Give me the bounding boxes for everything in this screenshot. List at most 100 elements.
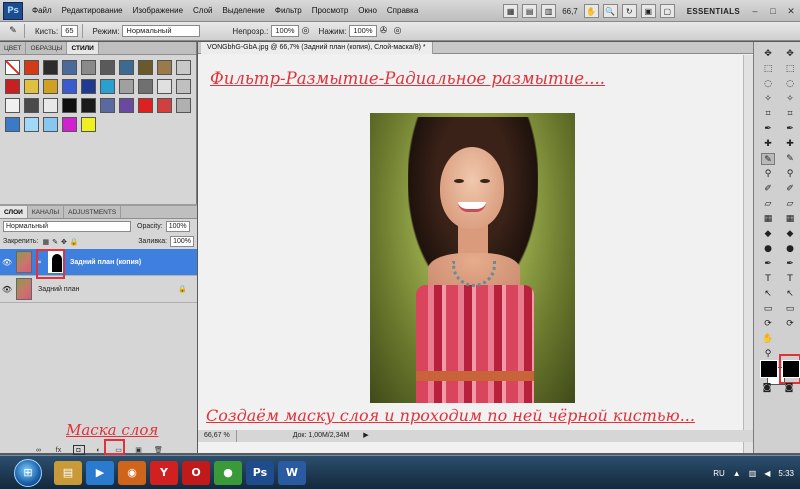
taskbar-firefox-icon[interactable]: ◉ [118, 460, 146, 485]
taskbar-photoshop-icon[interactable]: Ps [246, 460, 274, 485]
tab-color[interactable]: ЦВЕТ [0, 42, 27, 54]
document-canvas[interactable]: Фильтр-Размытие-Радиальное размытие.... … [198, 55, 751, 453]
layer-row-background[interactable]: 👁 Задний план 🔒 [0, 276, 197, 303]
layer-name[interactable]: Задний план [38, 286, 79, 293]
blur-tool-icon[interactable]: ◆ [761, 228, 775, 240]
style-swatch[interactable] [157, 60, 172, 75]
hand-tool-icon[interactable]: ✋ [583, 4, 599, 18]
style-swatch[interactable] [157, 79, 172, 94]
pressure-size-icon[interactable]: ◎ [391, 25, 405, 37]
clock[interactable]: 5:33 [778, 469, 794, 478]
style-swatch[interactable] [62, 98, 77, 113]
style-swatch[interactable] [176, 79, 191, 94]
status-zoom[interactable]: 66,67 % [198, 430, 237, 442]
network-icon[interactable]: ▥ [749, 469, 757, 478]
lock-position-icon[interactable]: ✥ [61, 238, 67, 246]
3d-rotate-tool-icon[interactable]: ⟳ [761, 318, 775, 330]
vertical-scrollbar[interactable] [743, 55, 753, 453]
style-swatch[interactable] [43, 60, 58, 75]
lock-pixels-icon[interactable]: ✎ [52, 238, 58, 246]
taskbar-media-icon[interactable]: ▶ [86, 460, 114, 485]
document-tab-title[interactable]: VONGbhG-GbA.jpg @ 66,7% (Задний план (ко… [201, 42, 433, 54]
volume-icon[interactable]: ◀ [764, 469, 770, 478]
style-swatch[interactable] [81, 117, 96, 132]
style-swatch[interactable] [157, 98, 172, 113]
tab-channels[interactable]: КАНАЛЫ [28, 206, 65, 218]
style-swatch[interactable] [24, 98, 39, 113]
taskbar-opera-icon[interactable]: O [182, 460, 210, 485]
taskbar-chrome-icon[interactable]: ● [214, 460, 242, 485]
eyedropper-tool-icon[interactable]: ✒ [783, 123, 797, 135]
type-tool-icon[interactable]: T [783, 273, 797, 285]
crop-tool-icon[interactable]: ⌗ [761, 108, 775, 120]
type-tool-icon[interactable]: T [761, 273, 775, 285]
path-select-tool-icon[interactable]: ↖ [783, 288, 797, 300]
start-button[interactable]: ⊞ [14, 458, 42, 487]
eyedropper-tool-icon[interactable]: ✒ [761, 123, 775, 135]
style-swatch[interactable] [24, 117, 39, 132]
menu-layer[interactable]: Слой [188, 0, 217, 22]
dodge-tool-icon[interactable]: ● [761, 243, 775, 255]
quick-mask-icon[interactable]: ◙ [760, 382, 774, 394]
style-swatch[interactable] [100, 98, 115, 113]
crop-tool-icon[interactable]: ⌗ [783, 108, 797, 120]
brush-tool-icon[interactable]: ✎ [6, 25, 20, 37]
arrange-documents-icon[interactable]: ▣ [640, 4, 656, 18]
menu-help[interactable]: Справка [382, 0, 423, 22]
taskbar-word-icon[interactable]: W [278, 460, 306, 485]
rotate-view-icon[interactable]: ↻ [621, 4, 637, 18]
style-swatch[interactable] [24, 60, 39, 75]
tray-arrow-icon[interactable]: ▲ [733, 469, 741, 478]
style-swatch[interactable] [62, 79, 77, 94]
flow-field[interactable]: 100% [349, 25, 377, 37]
menu-window[interactable]: Окно [353, 0, 382, 22]
style-swatch[interactable] [62, 117, 77, 132]
zoom-level[interactable]: 66,7 [562, 7, 578, 16]
foreground-color-swatch-2[interactable] [782, 360, 800, 378]
pressure-opacity-icon[interactable]: ◎ [299, 25, 313, 37]
clone-stamp-tool-icon[interactable]: ⚲ [783, 168, 797, 180]
style-swatch[interactable] [176, 60, 191, 75]
lock-all-icon[interactable]: 🔒 [70, 238, 79, 246]
minimize-icon[interactable]: – [748, 4, 762, 18]
tab-styles[interactable]: СТИЛИ [67, 42, 99, 54]
style-swatch[interactable] [43, 79, 58, 94]
style-swatch[interactable] [81, 79, 96, 94]
style-swatch[interactable] [100, 79, 115, 94]
quick-select-tool-icon[interactable]: ✧ [761, 93, 775, 105]
trash-icon[interactable]: 🗑 [153, 445, 165, 455]
3d-rotate-tool-icon[interactable]: ⟳ [783, 318, 797, 330]
menu-image[interactable]: Изображение [128, 0, 188, 22]
visibility-eye-icon[interactable]: 👁 [0, 285, 14, 294]
tab-swatches[interactable]: ОБРАЗЦЫ [26, 42, 68, 54]
portrait-photo[interactable] [370, 113, 575, 403]
history-brush-tool-icon[interactable]: ✐ [783, 183, 797, 195]
style-swatch[interactable] [43, 117, 58, 132]
menu-filter[interactable]: Фильтр [270, 0, 307, 22]
menu-edit[interactable]: Редактирование [57, 0, 128, 22]
maximize-icon[interactable]: □ [766, 4, 780, 18]
visibility-eye-icon[interactable]: 👁 [0, 258, 14, 267]
style-swatch[interactable] [5, 60, 20, 75]
opacity-field[interactable]: 100% [271, 25, 299, 37]
extras-icon[interactable]: ▥ [541, 4, 557, 18]
brush-tool-icon[interactable]: ✎ [761, 153, 775, 165]
quick-select-tool-icon[interactable]: ✧ [783, 93, 797, 105]
marquee-tool-icon[interactable]: ⬚ [761, 63, 775, 75]
gradient-tool-icon[interactable]: ▦ [783, 213, 797, 225]
layer-name[interactable]: Задний план (копия) [70, 259, 141, 266]
dodge-tool-icon[interactable]: ● [783, 243, 797, 255]
style-swatch[interactable] [62, 60, 77, 75]
style-swatch[interactable] [81, 60, 96, 75]
healing-tool-icon[interactable]: ✚ [761, 138, 775, 150]
adjustment-icon[interactable]: ◐ [93, 445, 105, 455]
marquee-tool-icon[interactable]: ⬚ [783, 63, 797, 75]
blend-mode-select[interactable]: Нормальный [3, 221, 131, 232]
layer-row-copy[interactable]: 👁 ∞ Задний план (копия) [0, 249, 197, 276]
brush-tool-icon[interactable]: ✎ [783, 153, 797, 165]
gradient-tool-icon[interactable]: ▦ [761, 213, 775, 225]
close-icon[interactable]: ✕ [784, 4, 798, 18]
quick-mask-icon-2[interactable]: ◙ [782, 382, 796, 394]
shape-tool-icon[interactable]: ▭ [783, 303, 797, 315]
style-swatch[interactable] [138, 79, 153, 94]
